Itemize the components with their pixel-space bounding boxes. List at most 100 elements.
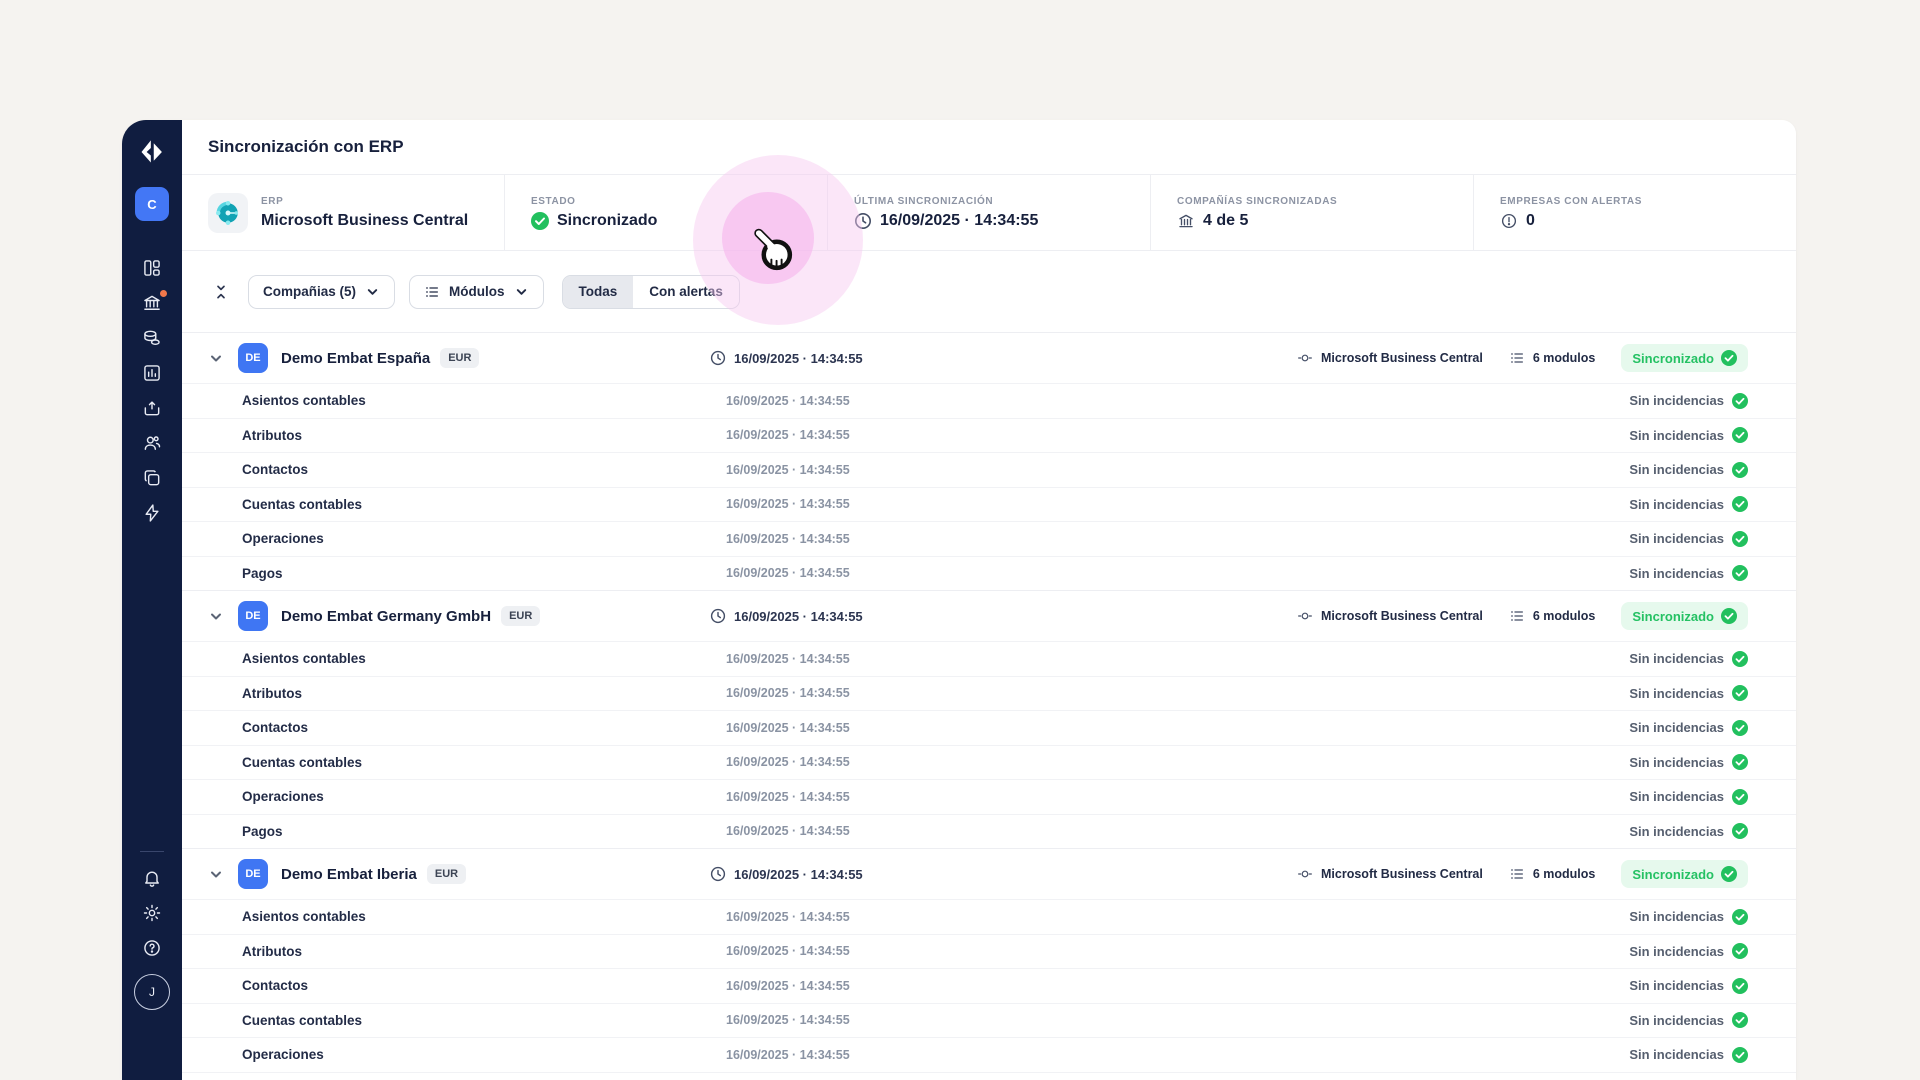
check-circle-icon bbox=[531, 212, 549, 230]
module-name: Atributos bbox=[242, 944, 302, 959]
module-row[interactable]: Asientos contables 16/09/2025 · 14:34:55… bbox=[182, 641, 1796, 676]
module-rows: Asientos contables 16/09/2025 · 14:34:55… bbox=[182, 899, 1796, 1080]
company-meta: Microsoft Business Central 6 modulos Sin… bbox=[1297, 860, 1748, 888]
clock-icon bbox=[710, 350, 726, 366]
check-circle-icon bbox=[1732, 1012, 1748, 1028]
module-row[interactable]: Contactos 16/09/2025 · 14:34:55 Sin inci… bbox=[182, 452, 1796, 487]
main-panel: Sincronización con ERP ERP Microsoft Bus… bbox=[182, 120, 1796, 1080]
company-header-row[interactable]: DE Demo Embat Iberia EUR 16/09/2025 · 14… bbox=[182, 848, 1796, 899]
notifications-button[interactable] bbox=[141, 868, 163, 888]
summary-value: Sincronizado bbox=[531, 212, 657, 230]
check-circle-icon bbox=[1721, 866, 1737, 882]
check-circle-icon bbox=[1732, 685, 1748, 701]
module-row[interactable]: Contactos 16/09/2025 · 14:34:55 Sin inci… bbox=[182, 710, 1796, 745]
sidebar-item-dashboard[interactable] bbox=[141, 258, 163, 278]
module-row[interactable]: Operaciones 16/09/2025 · 14:34:55 Sin in… bbox=[182, 779, 1796, 814]
module-row[interactable]: Asientos contables 16/09/2025 · 14:34:55… bbox=[182, 899, 1796, 934]
module-name: Cuentas contables bbox=[242, 1013, 362, 1028]
bolt-icon bbox=[142, 503, 162, 523]
chevron-down-icon[interactable] bbox=[208, 866, 224, 882]
company-section: DE Demo Embat España EUR 16/09/2025 · 14… bbox=[182, 332, 1796, 590]
check-circle-icon bbox=[1732, 462, 1748, 478]
module-row[interactable]: Pagos 16/09/2025 · 14:34:55 Sin incidenc… bbox=[182, 556, 1796, 591]
filter-bar: Compañias (5) Módulos Todas Con alertas bbox=[182, 251, 1796, 332]
summary-companias: COMPAÑÍAS SINCRONIZADAS 4 de 5 bbox=[1151, 175, 1474, 250]
company-name: Demo Embat Germany GmbH bbox=[281, 608, 491, 625]
module-name: Operaciones bbox=[242, 1047, 324, 1062]
sidebar-bottom bbox=[141, 868, 163, 958]
workspace-avatar[interactable]: C bbox=[135, 187, 169, 221]
module-sync-date: 16/09/2025 · 14:34:55 bbox=[726, 652, 850, 666]
company-avatar: DE bbox=[238, 859, 268, 889]
sidebar-item-contacts[interactable] bbox=[141, 433, 163, 453]
module-status: Sin incidencias bbox=[1629, 462, 1748, 478]
settings-button[interactable] bbox=[141, 903, 163, 923]
module-row[interactable]: Atributos 16/09/2025 · 14:34:55 Sin inci… bbox=[182, 676, 1796, 711]
tab-todas[interactable]: Todas bbox=[563, 276, 634, 308]
currency-chip: EUR bbox=[427, 864, 466, 884]
chevron-down-icon[interactable] bbox=[208, 350, 224, 366]
company-header-row[interactable]: DE Demo Embat España EUR 16/09/2025 · 14… bbox=[182, 332, 1796, 383]
sidebar-item-banks[interactable] bbox=[141, 293, 163, 313]
module-status: Sin incidencias bbox=[1629, 909, 1748, 925]
module-row[interactable]: Contactos 16/09/2025 · 14:34:55 Sin inci… bbox=[182, 968, 1796, 1003]
sidebar-item-documents[interactable] bbox=[141, 468, 163, 488]
company-section: DE Demo Embat Germany GmbH EUR 16/09/202… bbox=[182, 590, 1796, 848]
module-rows: Asientos contables 16/09/2025 · 14:34:55… bbox=[182, 641, 1796, 848]
help-button[interactable] bbox=[141, 938, 163, 958]
module-row[interactable]: Pagos 16/09/2025 · 14:34:55 Sin incidenc… bbox=[182, 814, 1796, 849]
module-sync-date: 16/09/2025 · 14:34:55 bbox=[726, 394, 850, 408]
module-sync-date: 16/09/2025 · 14:34:55 bbox=[726, 824, 850, 838]
company-section: DE Demo Embat Iberia EUR 16/09/2025 · 14… bbox=[182, 848, 1796, 1080]
module-row[interactable]: Atributos 16/09/2025 · 14:34:55 Sin inci… bbox=[182, 418, 1796, 453]
bank-icon bbox=[142, 293, 162, 313]
sidebar-item-payments[interactable] bbox=[141, 398, 163, 418]
summary-value: 0 bbox=[1500, 212, 1642, 230]
collapse-all-button[interactable] bbox=[208, 279, 234, 305]
company-modules-tag: 6 modulos bbox=[1509, 350, 1596, 366]
module-sync-date: 16/09/2025 · 14:34:55 bbox=[726, 979, 850, 993]
sidebar-item-automations[interactable] bbox=[141, 503, 163, 523]
sidebar-nav bbox=[141, 258, 163, 523]
module-status: Sin incidencias bbox=[1629, 720, 1748, 736]
embat-logo-icon bbox=[138, 138, 166, 166]
company-header-row[interactable]: DE Demo Embat Germany GmbH EUR 16/09/202… bbox=[182, 590, 1796, 641]
module-row[interactable]: Cuentas contables 16/09/2025 · 14:34:55 … bbox=[182, 1003, 1796, 1038]
company-last-sync: 16/09/2025 · 14:34:55 bbox=[710, 608, 863, 624]
sidebar-item-reports[interactable] bbox=[141, 363, 163, 383]
module-row[interactable]: Asientos contables 16/09/2025 · 14:34:55… bbox=[182, 383, 1796, 418]
currency-chip: EUR bbox=[501, 606, 540, 626]
app-window: C bbox=[122, 120, 1796, 1080]
chevron-down-icon[interactable] bbox=[208, 608, 224, 624]
check-circle-icon bbox=[1732, 789, 1748, 805]
module-row[interactable]: Cuentas contables 16/09/2025 · 14:34:55 … bbox=[182, 487, 1796, 522]
sidebar-divider bbox=[140, 851, 164, 852]
summary-strip: ERP Microsoft Business Central ESTADO Si… bbox=[182, 175, 1796, 251]
list-icon bbox=[1509, 350, 1525, 366]
modules-filter-dropdown[interactable]: Módulos bbox=[409, 275, 544, 309]
tab-con-alertas[interactable]: Con alertas bbox=[633, 276, 739, 308]
list-icon bbox=[424, 284, 440, 300]
module-sync-date: 16/09/2025 · 14:34:55 bbox=[726, 755, 850, 769]
module-sync-date: 16/09/2025 · 14:34:55 bbox=[726, 1048, 850, 1062]
module-sync-date: 16/09/2025 · 14:34:55 bbox=[726, 1013, 850, 1027]
user-avatar[interactable]: J bbox=[134, 974, 170, 1010]
building-icon bbox=[1177, 212, 1195, 230]
module-sync-date: 16/09/2025 · 14:34:55 bbox=[726, 790, 850, 804]
module-name: Asientos contables bbox=[242, 393, 366, 408]
module-sync-date: 16/09/2025 · 14:34:55 bbox=[726, 428, 850, 442]
company-status-badge: Sincronizado bbox=[1621, 344, 1748, 372]
module-row[interactable]: Atributos 16/09/2025 · 14:34:55 Sin inci… bbox=[182, 934, 1796, 969]
sidebar-item-accounting[interactable] bbox=[141, 328, 163, 348]
list-icon bbox=[1509, 866, 1525, 882]
company-erp-tag: Microsoft Business Central bbox=[1297, 350, 1483, 366]
company-last-sync: 16/09/2025 · 14:34:55 bbox=[710, 350, 863, 366]
module-row[interactable]: Cuentas contables 16/09/2025 · 14:34:55 … bbox=[182, 745, 1796, 780]
check-circle-icon bbox=[1732, 565, 1748, 581]
module-row[interactable]: Operaciones 16/09/2025 · 14:34:55 Sin in… bbox=[182, 1037, 1796, 1072]
module-row[interactable]: Operaciones 16/09/2025 · 14:34:55 Sin in… bbox=[182, 521, 1796, 556]
gear-icon bbox=[142, 903, 162, 923]
companies-filter-dropdown[interactable]: Compañias (5) bbox=[248, 275, 395, 309]
modules-filter-label: Módulos bbox=[449, 284, 505, 299]
module-row[interactable]: Pagos 16/09/2025 · 14:34:55 Sin incidenc… bbox=[182, 1072, 1796, 1080]
